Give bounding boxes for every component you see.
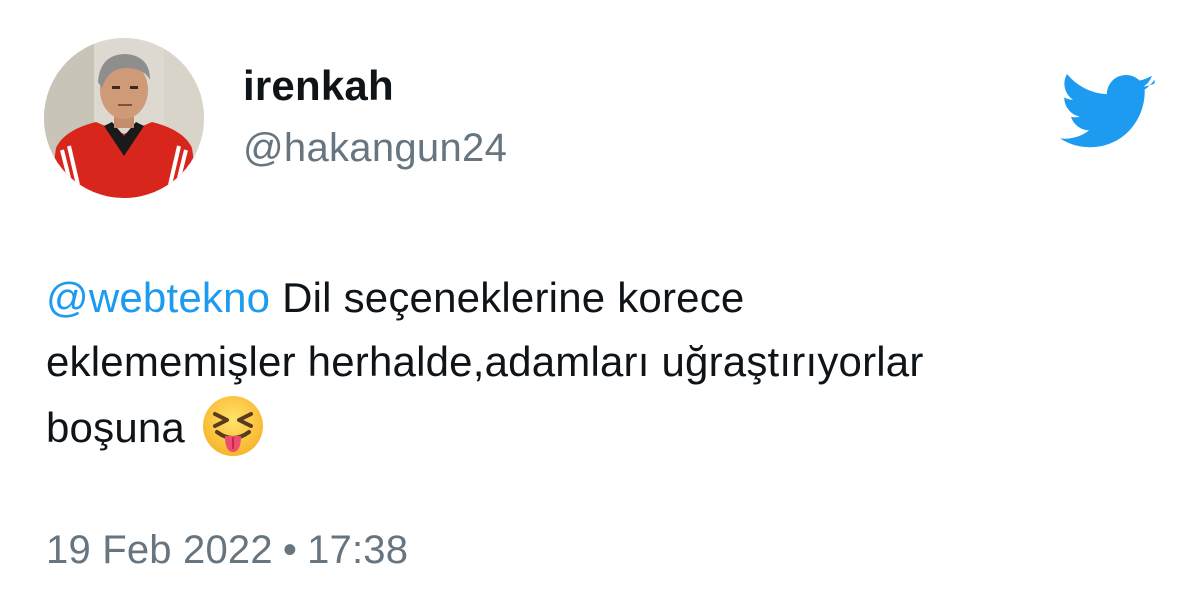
tweet-text-line2: eklememişler herhalde,adamları uğraştırı…: [46, 338, 924, 385]
tweet-text: @webtekno Dil seçeneklerine korece eklem…: [46, 266, 1146, 460]
user-handle[interactable]: @hakangun24: [243, 124, 507, 172]
timestamp-separator: •: [282, 528, 298, 572]
tweet-timestamp[interactable]: 19 Feb 2022 • 17:38: [46, 526, 408, 574]
display-name[interactable]: irenkah: [243, 62, 394, 110]
avatar-image: [44, 38, 204, 198]
twitter-bird-icon[interactable]: [1060, 74, 1156, 154]
mention-link[interactable]: @webtekno: [46, 274, 270, 321]
tweet-time: 17:38: [307, 528, 409, 572]
tweet-text-line3: boşuna: [46, 404, 185, 451]
tweet-date: 19 Feb 2022: [46, 528, 273, 572]
tweet-text-line1: Dil seçeneklerine korece: [270, 274, 745, 321]
avatar[interactable]: [44, 38, 204, 198]
tweet-card: irenkah @hakangun24 @webtekno Dil seçene…: [0, 0, 1200, 610]
squinting-face-with-tongue-icon: [201, 394, 265, 458]
